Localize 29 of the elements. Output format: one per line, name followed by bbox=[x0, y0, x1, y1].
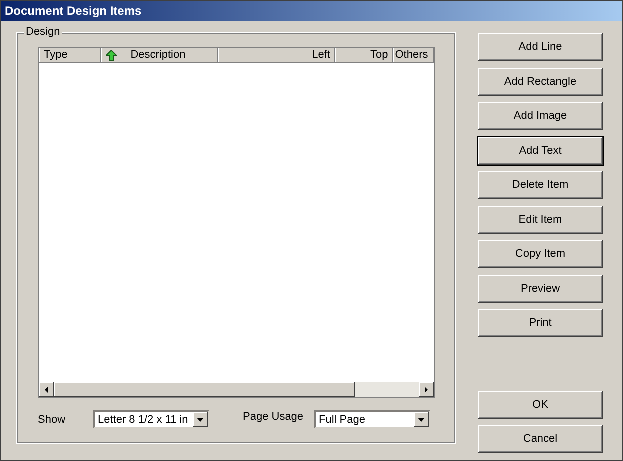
items-list[interactable]: Type Description Left Top Others bbox=[38, 47, 435, 398]
column-header[interactable]: Top bbox=[335, 48, 394, 63]
dialog-button[interactable]: Add Image bbox=[478, 102, 603, 130]
dialog-button[interactable]: Add Rectangle bbox=[478, 68, 603, 96]
dialog-button[interactable]: Add Line bbox=[478, 33, 603, 61]
column-header[interactable]: Others bbox=[393, 48, 434, 63]
column-header[interactable]: Description bbox=[100, 48, 218, 63]
column-header[interactable]: Left bbox=[218, 48, 336, 63]
dialog-button[interactable]: Delete Item bbox=[478, 171, 603, 199]
scroll-left-icon bbox=[43, 386, 50, 394]
dropdown-arrow-icon bbox=[197, 418, 204, 422]
dialog-button[interactable]: Print bbox=[478, 309, 603, 337]
group-label: Design bbox=[24, 26, 62, 38]
dropdown-arrow-icon bbox=[418, 418, 425, 422]
sort-arrow-icon bbox=[106, 50, 117, 60]
page-usage-dropdown[interactable]: Full Page bbox=[314, 410, 431, 429]
dialog-button[interactable]: Add Text bbox=[478, 136, 603, 164]
dialog-button[interactable]: OK bbox=[478, 390, 603, 418]
page-usage-label: Page Usage bbox=[243, 410, 305, 422]
scroll-right-icon bbox=[423, 386, 430, 394]
dialog-button[interactable]: Preview bbox=[478, 274, 603, 302]
dialog-button[interactable]: Copy Item bbox=[478, 240, 603, 268]
dialog-button[interactable]: Cancel bbox=[478, 425, 603, 453]
horizontal-scrollbar[interactable] bbox=[39, 382, 434, 397]
column-header[interactable]: Type bbox=[39, 48, 101, 63]
dialog-button[interactable]: Edit Item bbox=[478, 206, 603, 234]
show-label: Show bbox=[38, 414, 67, 426]
window-title: Document Design Items bbox=[1, 1, 622, 21]
show-dropdown[interactable]: Letter 8 1/2 x 11 in bbox=[93, 410, 210, 429]
